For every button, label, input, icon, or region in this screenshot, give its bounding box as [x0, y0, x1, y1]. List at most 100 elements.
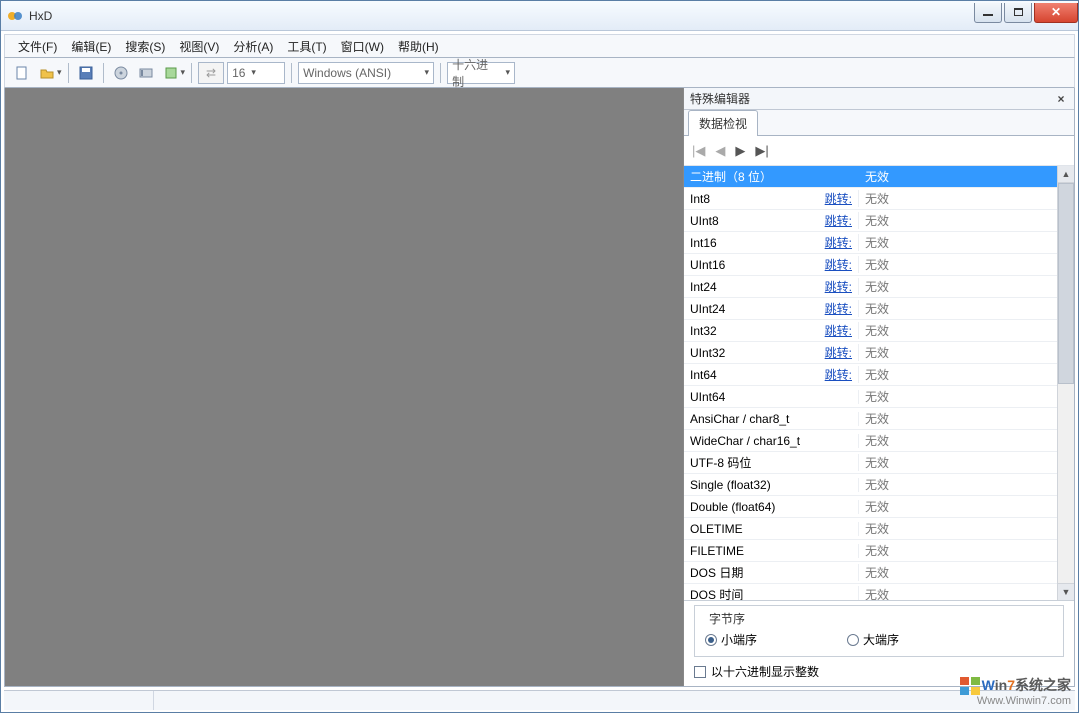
menu-analyze[interactable]: 分析(A)	[226, 35, 280, 58]
value-cell: 无效	[859, 476, 1057, 493]
jump-link[interactable]: 跳转:	[825, 212, 852, 229]
open-process-button[interactable]	[160, 62, 182, 84]
nav-prev-icon[interactable]: ◀	[715, 143, 725, 159]
radio-icon	[847, 634, 859, 646]
jump-link[interactable]: 跳转:	[825, 256, 852, 273]
jump-link[interactable]: 跳转:	[825, 234, 852, 251]
jump-link[interactable]: 跳转:	[825, 300, 852, 317]
table-row[interactable]: AnsiChar / char8_t 无效	[684, 408, 1057, 430]
byte-order-legend: 字节序	[705, 610, 749, 627]
value-cell: 无效	[859, 366, 1057, 383]
scroll-down-icon[interactable]: ▼	[1058, 583, 1074, 600]
value-cell: 无效	[859, 564, 1057, 581]
table-row[interactable]: UInt32 跳转: 无效	[684, 342, 1057, 364]
table-row[interactable]: FILETIME 无效	[684, 540, 1057, 562]
panel-tabstrip: 数据检视	[684, 110, 1074, 136]
open-ram-button[interactable]	[135, 62, 157, 84]
menu-edit[interactable]: 编辑(E)	[64, 35, 118, 58]
table-row[interactable]: Int24跳转:无效	[684, 276, 1057, 298]
table-row[interactable]: Int16跳转:无效	[684, 232, 1057, 254]
value-cell: 无效	[859, 256, 1057, 273]
data-inspector-table: 二进制（8 位）无效Int8跳转:无效UInt8跳转:无效Int16跳转:无效U…	[684, 166, 1057, 600]
table-row[interactable]: DOS 时间无效	[684, 584, 1057, 600]
hex-editor-area[interactable]	[5, 88, 684, 686]
value-cell: 无效	[859, 498, 1057, 515]
jump-link[interactable]: 跳转:	[825, 278, 852, 295]
menu-window[interactable]: 窗口(W)	[334, 35, 391, 58]
table-row[interactable]: UTF-8 码位无效	[684, 452, 1057, 474]
bytes-per-row-combo[interactable]: 16▾	[227, 62, 285, 84]
type-name: Int8	[690, 192, 710, 206]
save-button[interactable]	[75, 62, 97, 84]
hex-display-checkbox[interactable]: 以十六进制显示整数	[694, 663, 1064, 680]
maximize-button[interactable]	[1004, 3, 1032, 23]
jump-link[interactable]: 跳转:	[825, 366, 852, 383]
type-name: DOS 日期	[690, 564, 743, 581]
menu-help[interactable]: 帮助(H)	[391, 35, 446, 58]
type-name: 二进制（8 位）	[690, 168, 772, 185]
type-name: AnsiChar / char8_t	[690, 412, 789, 426]
nav-first-icon[interactable]: |◀	[692, 143, 705, 159]
nav-row: |◀ ◀ ▶ ▶|	[684, 136, 1074, 166]
radio-little-endian[interactable]: 小端序	[705, 631, 757, 648]
type-name: UInt32	[690, 346, 725, 360]
panel-close-button[interactable]: ×	[1054, 92, 1068, 106]
jump-link[interactable]: 跳转:	[825, 344, 852, 361]
table-row[interactable]: UInt16跳转:无效	[684, 254, 1057, 276]
table-row[interactable]: DOS 日期 无效	[684, 562, 1057, 584]
open-file-button[interactable]	[36, 62, 58, 84]
table-row[interactable]: UInt24跳转:无效	[684, 298, 1057, 320]
value-cell: 无效	[859, 542, 1057, 559]
value-cell: 无效	[859, 410, 1057, 427]
scroll-track[interactable]	[1058, 384, 1074, 583]
table-row[interactable]: Double (float64) 无效	[684, 496, 1057, 518]
table-row[interactable]: 二进制（8 位）无效	[684, 166, 1057, 188]
type-name: WideChar / char16_t	[690, 434, 800, 448]
toolbar-separator	[103, 63, 104, 83]
jump-link[interactable]: 跳转:	[825, 190, 852, 207]
statusbar	[4, 690, 1075, 710]
type-name: Double (float64)	[690, 500, 775, 514]
new-file-button[interactable]	[11, 62, 33, 84]
radio-big-label: 大端序	[863, 631, 899, 648]
toolbar-separator	[440, 63, 441, 83]
table-row[interactable]: Int64跳转:无效	[684, 364, 1057, 386]
window-title: HxD	[29, 9, 972, 23]
numeral-base-combo[interactable]: 十六进制▾	[447, 62, 515, 84]
close-button[interactable]: ✕	[1034, 3, 1078, 23]
open-disk-button[interactable]	[110, 62, 132, 84]
offset-base-combo[interactable]: ⇄	[198, 62, 224, 84]
table-row[interactable]: UInt8跳转:无效	[684, 210, 1057, 232]
table-row[interactable]: Single (float32)无效	[684, 474, 1057, 496]
window-controls: ✕	[972, 3, 1078, 23]
menu-search[interactable]: 搜索(S)	[118, 35, 172, 58]
panel-title: 特殊编辑器	[690, 90, 1054, 107]
nav-last-icon[interactable]: ▶|	[755, 143, 768, 159]
menu-file[interactable]: 文件(F)	[11, 35, 64, 58]
table-row[interactable]: UInt64无效	[684, 386, 1057, 408]
status-cell	[4, 691, 154, 710]
jump-link[interactable]: 跳转:	[825, 322, 852, 339]
scroll-thumb[interactable]	[1058, 183, 1074, 384]
table-row[interactable]: WideChar / char16_t无效	[684, 430, 1057, 452]
data-inspector-table-wrap: 二进制（8 位）无效Int8跳转:无效UInt8跳转:无效Int16跳转:无效U…	[684, 166, 1074, 600]
charset-value: Windows (ANSI)	[303, 66, 391, 80]
toolbar: ▾ ▾ ⇄ 16▾ Windows (ANSI)▾ 十六进制▾	[4, 58, 1075, 88]
menu-view[interactable]: 视图(V)	[172, 35, 226, 58]
value-cell: 无效	[859, 388, 1057, 405]
hex-display-label: 以十六进制显示整数	[711, 663, 819, 680]
table-row[interactable]: Int8跳转:无效	[684, 188, 1057, 210]
vertical-scrollbar[interactable]: ▲ ▼	[1057, 166, 1074, 600]
menu-tools[interactable]: 工具(T)	[280, 35, 333, 58]
radio-big-endian[interactable]: 大端序	[847, 631, 899, 648]
type-name: FILETIME	[690, 544, 744, 558]
value-cell: 无效	[859, 344, 1057, 361]
table-row[interactable]: OLETIME无效	[684, 518, 1057, 540]
nav-next-icon[interactable]: ▶	[735, 143, 745, 159]
table-row[interactable]: Int32跳转:无效	[684, 320, 1057, 342]
charset-combo[interactable]: Windows (ANSI)▾	[298, 62, 434, 84]
minimize-button[interactable]	[974, 3, 1002, 23]
scroll-up-icon[interactable]: ▲	[1058, 166, 1074, 183]
tab-data-inspector[interactable]: 数据检视	[688, 110, 758, 136]
value-cell: 无效	[859, 278, 1057, 295]
